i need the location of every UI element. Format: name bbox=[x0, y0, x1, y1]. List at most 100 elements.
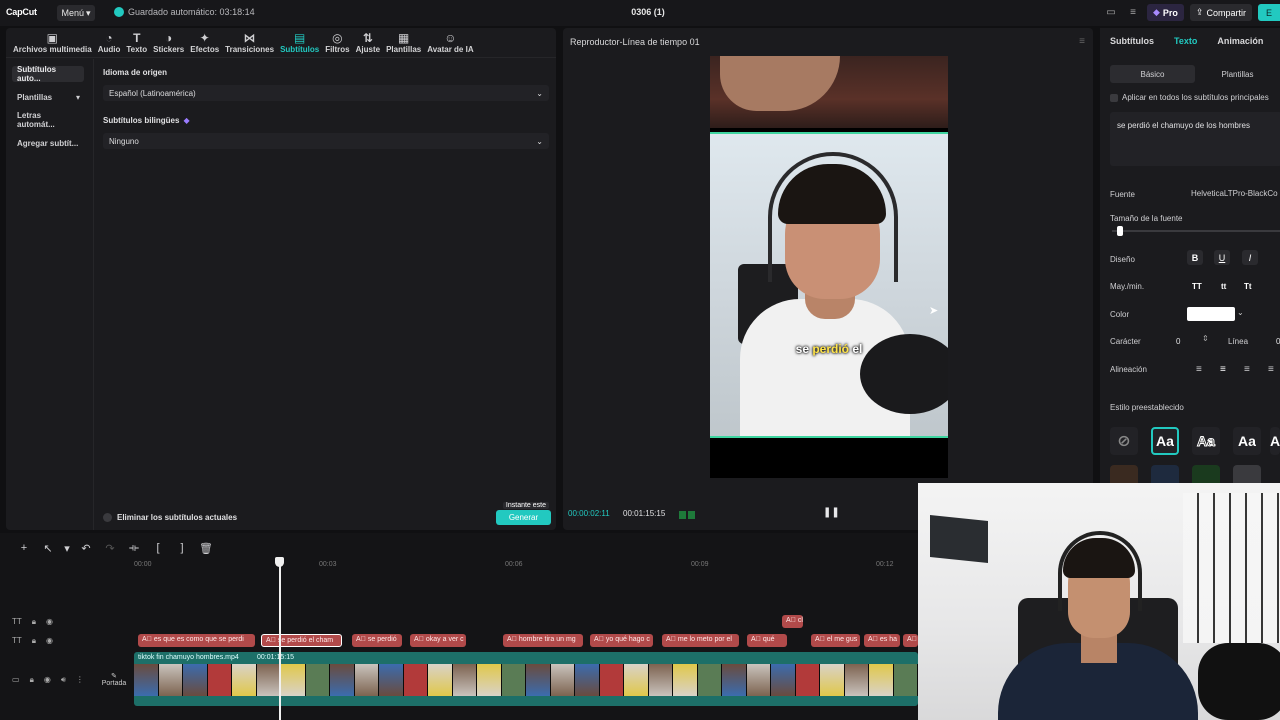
stepper-icon[interactable]: ⇕ bbox=[1202, 334, 1209, 343]
subtitle-text-input[interactable]: se perdió el chamuyo de los hombres bbox=[1110, 112, 1280, 166]
preset-style-row2[interactable] bbox=[1110, 465, 1138, 483]
lock-icon[interactable]: 🔒︎ bbox=[32, 617, 36, 627]
toolbar-item-ai-avatar[interactable]: ☺ Avatar de IA bbox=[424, 28, 476, 58]
toolbar-item-media[interactable]: ▣ Archivos multimedia bbox=[10, 28, 95, 58]
toolbar-item-label: Transiciones bbox=[225, 45, 275, 54]
subtitle-clip[interactable]: A⃞ bbox=[903, 634, 918, 647]
bilingual-subtitles-select[interactable]: Ninguno ⌄ bbox=[103, 133, 549, 149]
video-thumbnail bbox=[207, 664, 232, 696]
font-size-slider-track[interactable] bbox=[1112, 230, 1280, 232]
preset-style-3[interactable]: Aa bbox=[1233, 427, 1261, 455]
menu-icon[interactable]: ≡ bbox=[1079, 36, 1085, 47]
text-subtabs: Básico Plantillas bbox=[1110, 65, 1280, 83]
no-style-icon[interactable]: ⊘ bbox=[1110, 427, 1138, 455]
align-left-icon[interactable]: ≡ bbox=[1196, 364, 1202, 375]
chevron-down-icon[interactable]: ▾ bbox=[60, 540, 74, 556]
chevron-down-icon[interactable]: ⌄ bbox=[1237, 308, 1244, 317]
align-justify-icon[interactable]: ≡ bbox=[1268, 364, 1274, 375]
list-icon[interactable]: ≡ bbox=[1125, 5, 1141, 21]
tab-text[interactable]: Texto bbox=[1174, 36, 1197, 46]
subtab-basic[interactable]: Básico bbox=[1110, 65, 1195, 83]
share-button[interactable]: ⇪ Compartir bbox=[1189, 4, 1252, 21]
toolbar-item-subtitles[interactable]: ▤ Subtítulos bbox=[277, 28, 322, 58]
preset-style-row2[interactable] bbox=[1192, 465, 1220, 483]
uppercase-button[interactable]: TT bbox=[1192, 282, 1202, 291]
playhead-handle[interactable] bbox=[275, 557, 284, 567]
subtitle-clip[interactable]: A⃞ hombre tira un mg bbox=[503, 634, 583, 647]
subtab-templates[interactable]: Plantillas bbox=[1195, 65, 1280, 83]
remove-current-subtitles-toggle[interactable]: Eliminar los subtítulos actuales bbox=[103, 512, 237, 522]
subtitle-clip[interactable]: A⃞ qué bbox=[747, 634, 787, 647]
visibility-icon[interactable]: ◉ bbox=[46, 636, 53, 646]
preset-style-2[interactable]: Aa bbox=[1192, 427, 1220, 455]
subtitle-caption[interactable]: se perdió el bbox=[710, 342, 948, 356]
subtitle-clip[interactable]: A⃞ yo qué hago c bbox=[590, 634, 653, 647]
pause-icon[interactable]: ❚❚ bbox=[823, 507, 840, 518]
volume-icon[interactable]: 🔊︎ bbox=[61, 675, 66, 685]
bold-button[interactable]: B bbox=[1187, 250, 1203, 265]
source-language-select[interactable]: Español (Latinoamérica) ⌄ bbox=[103, 85, 549, 101]
pro-button[interactable]: ◆ Pro bbox=[1147, 4, 1184, 21]
redo-icon[interactable]: ↷ bbox=[98, 540, 122, 556]
undo-icon[interactable]: ↶ bbox=[74, 540, 98, 556]
lock-icon[interactable]: 🔒︎ bbox=[32, 636, 36, 646]
generate-button[interactable]: Instante este Generar bbox=[496, 501, 551, 525]
subtitle-clip[interactable]: A⃞ cl bbox=[782, 615, 803, 628]
menu-button[interactable]: Menú ▾ bbox=[57, 5, 95, 21]
preset-style-1[interactable]: Aa bbox=[1151, 427, 1179, 455]
preset-style-row2[interactable] bbox=[1233, 465, 1261, 483]
toolbar-item-effects[interactable]: ✦ Efectos bbox=[187, 28, 222, 58]
line-spacing-input[interactable]: 0 bbox=[1276, 337, 1280, 346]
cover-button[interactable]: ✎ Portada bbox=[100, 667, 128, 691]
preset-style-4[interactable]: A bbox=[1270, 427, 1280, 455]
video-clip-name: tiktok fin chamuyo hombres.mp4 bbox=[138, 654, 239, 661]
visibility-icon[interactable]: ◉ bbox=[46, 617, 53, 627]
subtitle-clip[interactable]: A⃞ es que es como que se perdi bbox=[138, 634, 255, 647]
preset-style-row2[interactable] bbox=[1151, 465, 1179, 483]
tab-subtitles[interactable]: Subtítulos bbox=[1110, 36, 1154, 46]
subtitle-clip[interactable]: A⃞ el me gus bbox=[811, 634, 860, 647]
toolbar-item-adjust[interactable]: ⇅ Ajuste bbox=[353, 28, 383, 58]
trim-left-icon[interactable]: [ bbox=[146, 540, 170, 556]
sidebar-item-add-subtitles[interactable]: Agregar subtít... bbox=[12, 135, 84, 151]
color-picker[interactable] bbox=[1187, 307, 1235, 321]
toolbar-item-text[interactable]: T Texto bbox=[123, 28, 150, 58]
font-size-slider-handle[interactable] bbox=[1116, 226, 1123, 236]
sidebar-item-templates[interactable]: Plantillas ▾ bbox=[12, 89, 84, 105]
lowercase-button[interactable]: tt bbox=[1221, 282, 1226, 291]
playhead[interactable] bbox=[279, 558, 281, 720]
toolbar-item-templates[interactable]: ▦ Plantillas bbox=[383, 28, 424, 58]
subtitle-clip-selected[interactable]: A⃞ se perdió el cham bbox=[261, 634, 342, 647]
add-track-icon[interactable]: + bbox=[12, 540, 36, 556]
trim-right-icon[interactable]: ] bbox=[170, 540, 194, 556]
export-button[interactable]: E bbox=[1258, 4, 1280, 21]
subtitle-clip[interactable]: A⃞ es ha bbox=[864, 634, 900, 647]
subtitle-clip[interactable]: A⃞ me lo meto por el bbox=[662, 634, 739, 647]
character-spacing-input[interactable]: 0 bbox=[1176, 337, 1180, 346]
underline-button[interactable]: U bbox=[1214, 250, 1230, 265]
toolbar-item-transitions[interactable]: ⋈ Transiciones bbox=[222, 28, 277, 58]
sidebar-item-auto-lyrics[interactable]: Letras automát... bbox=[12, 111, 84, 129]
align-right-icon[interactable]: ≡ bbox=[1244, 364, 1250, 375]
toolbar-item-filters[interactable]: ◎ Filtros bbox=[322, 28, 352, 58]
more-icon[interactable]: ⋮ bbox=[76, 675, 84, 685]
video-preview[interactable]: se perdió el bbox=[710, 56, 948, 478]
titlecase-button[interactable]: Tt bbox=[1244, 282, 1252, 291]
italic-button[interactable]: I bbox=[1242, 250, 1258, 265]
sidebar-item-auto-subtitles[interactable]: Subtítulos auto... bbox=[12, 65, 84, 83]
apply-all-checkbox[interactable]: Aplicar en todos los subtítulos principa… bbox=[1110, 93, 1269, 102]
align-center-icon[interactable]: ≡ bbox=[1220, 364, 1226, 375]
tab-animation[interactable]: Animación bbox=[1217, 36, 1263, 46]
toolbar-item-sticker[interactable]: ◑ Stickers bbox=[150, 28, 187, 58]
toolbar-item-audio[interactable]: ◔ Audio bbox=[95, 28, 124, 58]
select-tool-icon[interactable]: ↖ bbox=[36, 540, 60, 556]
visibility-icon[interactable]: ◉ bbox=[44, 675, 51, 685]
subtitle-clip[interactable]: A⃞ se perdió bbox=[352, 634, 402, 647]
font-select[interactable]: HelveticaLTPro-BlackCo bbox=[1191, 189, 1278, 198]
timeline-ruler[interactable]: 00:00 00:03 00:06 00:09 00:12 bbox=[134, 558, 918, 572]
split-icon[interactable]: ⟛ bbox=[122, 540, 146, 556]
lock-icon[interactable]: 🔒︎ bbox=[30, 675, 34, 685]
layout-icon[interactable]: ▭ bbox=[1103, 5, 1119, 21]
subtitle-clip[interactable]: A⃞ okay a ver c bbox=[410, 634, 466, 647]
delete-icon[interactable]: 🗑 bbox=[194, 540, 218, 556]
